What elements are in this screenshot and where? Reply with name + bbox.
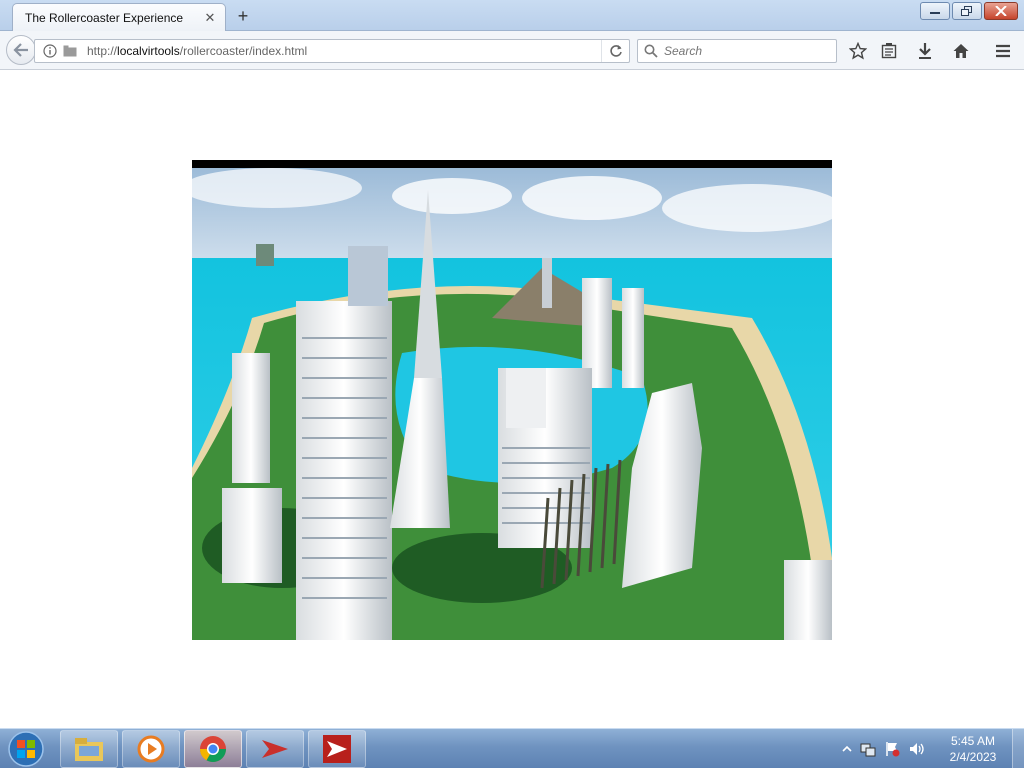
taskbar-media-player[interactable] <box>122 730 180 768</box>
system-clock[interactable]: 5:45 AM 2/4/2023 <box>944 733 1002 765</box>
close-icon <box>995 6 1007 16</box>
tab-strip: The Rollercoaster Experience ✕ + <box>0 0 1024 31</box>
clock-date: 2/4/2023 <box>949 750 997 764</box>
minimize-icon <box>930 12 940 14</box>
taskbar-file-explorer[interactable] <box>60 730 118 768</box>
tab-title: The Rollercoaster Experience <box>25 10 184 25</box>
start-button[interactable] <box>4 731 48 767</box>
volume-icon[interactable] <box>908 741 926 757</box>
red-arrow-icon <box>262 740 288 758</box>
menu-icon[interactable] <box>992 40 1014 62</box>
search-input[interactable] <box>664 44 824 58</box>
tab-rollercoaster[interactable]: The Rollercoaster Experience ✕ <box>12 3 226 31</box>
chrome-icon <box>199 736 227 763</box>
url-text[interactable]: http://localvirtools/rollercoaster/index… <box>87 44 601 58</box>
reading-list-icon[interactable] <box>878 40 900 62</box>
folder-icon <box>75 738 103 761</box>
info-icon[interactable] <box>43 44 57 58</box>
network-icon[interactable] <box>860 741 876 757</box>
taskbar-chrome[interactable] <box>184 730 242 768</box>
bookmark-star-icon[interactable] <box>847 40 869 62</box>
url-host: localvirtools <box>117 44 180 58</box>
back-arrow-icon <box>13 43 28 57</box>
reload-button[interactable] <box>601 40 629 62</box>
action-center-flag-icon[interactable] <box>884 741 900 757</box>
restore-button[interactable] <box>952 2 982 20</box>
url-prefix: http:// <box>87 44 118 58</box>
download-icon[interactable] <box>914 40 936 62</box>
windows-taskbar: 5:45 AM 2/4/2023 <box>0 728 1024 768</box>
media-player-icon <box>137 735 165 763</box>
city-scene-render <box>192 168 832 640</box>
navigation-toolbar: http://localvirtools/rollercoaster/index… <box>0 31 1024 70</box>
clock-time: 5:45 AM <box>950 734 996 748</box>
red-arrow-web-icon <box>323 735 351 763</box>
address-bar[interactable]: http://localvirtools/rollercoaster/index… <box>34 39 630 63</box>
window-controls <box>920 2 1018 20</box>
taskbar-app-red-arrow[interactable] <box>246 730 304 768</box>
windows-logo-icon <box>8 731 44 767</box>
search-bar[interactable] <box>637 39 837 63</box>
home-icon[interactable] <box>950 40 972 62</box>
back-button[interactable] <box>6 35 36 65</box>
taskbar-app-red-arrow-web[interactable] <box>308 730 366 768</box>
minimize-button[interactable] <box>920 2 950 20</box>
rollercoaster-3d-viewport[interactable] <box>192 160 832 640</box>
close-window-button[interactable] <box>984 2 1018 20</box>
page-content <box>0 71 1024 728</box>
reload-icon <box>609 45 622 57</box>
new-tab-button[interactable]: + <box>232 5 254 27</box>
tab-close-icon[interactable]: ✕ <box>203 10 217 26</box>
show-desktop-button[interactable] <box>1012 729 1024 768</box>
search-icon <box>644 44 658 58</box>
show-hidden-icons-icon[interactable] <box>842 744 852 754</box>
page-icon <box>63 45 77 57</box>
url-path: /rollercoaster/index.html <box>179 44 308 58</box>
restore-icon <box>961 6 972 16</box>
system-tray <box>842 729 926 768</box>
